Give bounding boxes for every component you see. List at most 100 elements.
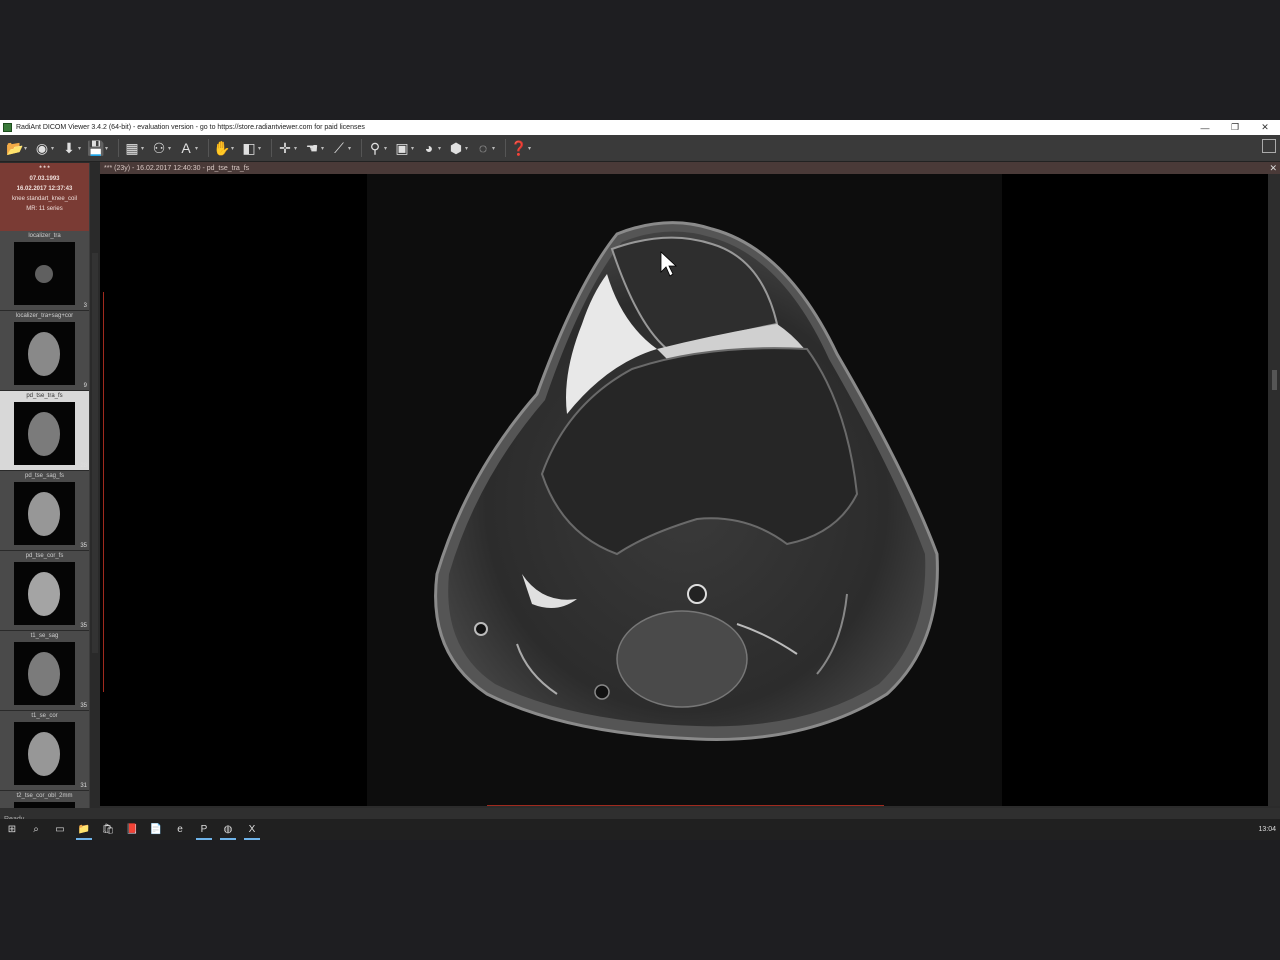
toolbar-button-3d[interactable]: ◕ ▾	[420, 137, 444, 159]
toolbar-button-link[interactable]: ⚇ ▾	[150, 137, 174, 159]
toolbar-button-open[interactable]: 📂 ▾	[6, 137, 30, 159]
fusion-icon: ⬢	[449, 139, 463, 156]
series-item[interactable]: localizer_tra+sag+cor 9	[0, 311, 89, 391]
sidebar-scrollbar[interactable]	[90, 163, 100, 808]
toolbar-button-mpr[interactable]: ▣ ▾	[393, 137, 417, 159]
app-icon	[3, 123, 12, 132]
anatomy-icon: ⚲	[369, 139, 381, 156]
series-item[interactable]: t1_se_sag 35	[0, 631, 89, 711]
toolbar-separator	[361, 139, 362, 157]
3d-icon: ◕	[424, 140, 434, 156]
pdf-icon[interactable]: 📕	[120, 819, 144, 840]
chevron-down-icon[interactable]: ▾	[78, 145, 84, 152]
chevron-down-icon[interactable]: ▾	[465, 145, 471, 152]
series-image-count: 9	[83, 383, 87, 389]
series-item[interactable]: t2_tse_cor_obl_2mm	[0, 791, 89, 808]
series-item[interactable]: pd_tse_cor_fs 35	[0, 551, 89, 631]
close-button[interactable]: ✕	[1250, 120, 1280, 135]
annotation-icon: A	[181, 140, 191, 156]
hand-icon: ☚	[305, 139, 319, 156]
save-icon: 💾	[87, 139, 105, 156]
letterbox-top	[0, 0, 1280, 120]
store-icon[interactable]: 🛍	[96, 819, 120, 840]
series-thumbnail	[14, 322, 75, 385]
fullscreen-button[interactable]	[1262, 139, 1276, 153]
viewer-close-button[interactable]: ✕	[1269, 162, 1277, 174]
toolbar-button-cd[interactable]: ◉ ▾	[33, 137, 57, 159]
document-icon[interactable]: 📄	[144, 819, 168, 840]
letterbox-bottom	[0, 840, 1280, 960]
viewer-tab[interactable]: *** (23y) - 16.02.2017 12:40:30 - pd_tse…	[100, 162, 1280, 174]
chevron-down-icon[interactable]: ▾	[384, 145, 390, 152]
study-description: knee standart_knee_coil	[11, 196, 78, 202]
chevron-down-icon[interactable]: ▾	[141, 145, 147, 152]
chevron-down-icon[interactable]: ▾	[321, 145, 327, 152]
chevron-down-icon[interactable]: ▾	[258, 145, 264, 152]
toolbar-button-layout[interactable]: ▦ ▾	[123, 137, 147, 159]
series-image-count: 3	[83, 303, 87, 309]
toolbar-button-cine[interactable]: ◌ ▾	[474, 137, 498, 159]
chevron-down-icon[interactable]: ▾	[348, 145, 354, 152]
viewport-scrollbar-thumb[interactable]	[1272, 370, 1277, 390]
toolbar-button-help[interactable]: ❓ ▾	[510, 137, 534, 159]
chevron-down-icon[interactable]: ▾	[105, 145, 111, 152]
excel-icon[interactable]: X	[240, 819, 264, 840]
windows-taskbar: ⊞ ⌕ ▭ 📁 🛍 📕 📄 e P ◍ X 13:04	[0, 819, 1280, 840]
toolbar-button-annotation[interactable]: A ▾	[177, 137, 201, 159]
chevron-down-icon[interactable]: ▾	[195, 145, 201, 152]
series-item[interactable]: pd_tse_sag_fs 35	[0, 471, 89, 551]
link-icon: ⚇	[152, 139, 166, 156]
chevron-down-icon[interactable]: ▾	[24, 145, 30, 152]
study-card[interactable]: * * * 07.03.1993 16.02.2017 12:37:43 kne…	[0, 163, 89, 231]
taskbar-apps: ⊞ ⌕ ▭ 📁 🛍 📕 📄 e P ◍ X	[0, 819, 264, 840]
taskbar-clock[interactable]: 13:04	[1258, 819, 1276, 840]
chevron-down-icon[interactable]: ▾	[438, 145, 444, 152]
series-thumbnail	[14, 402, 75, 465]
chevron-down-icon[interactable]: ▾	[411, 145, 417, 152]
chevron-down-icon[interactable]: ▾	[294, 145, 300, 152]
minimize-button[interactable]: —	[1190, 120, 1220, 135]
toolbar-button-window-level[interactable]: ◧ ▾	[240, 137, 264, 159]
chevron-down-icon[interactable]: ▾	[492, 145, 498, 152]
toolbar-button-anatomy[interactable]: ⚲ ▾	[366, 137, 390, 159]
toolbar-button-pan[interactable]: ✋ ▾	[213, 137, 237, 159]
toolbar-button-download[interactable]: ⬇ ▾	[60, 137, 84, 159]
task-view-icon[interactable]: ▭	[48, 819, 72, 840]
toolbar-separator	[271, 139, 272, 157]
series-item[interactable]: t1_se_cor 31	[0, 711, 89, 791]
toolbar-button-hand[interactable]: ☚ ▾	[303, 137, 327, 159]
toolbar-button-measure[interactable]: ⟋ ▾	[330, 137, 354, 159]
image-viewport[interactable]	[100, 174, 1268, 806]
edge-icon[interactable]: e	[168, 819, 192, 840]
sidebar-scrollbar-thumb[interactable]	[92, 253, 98, 653]
toolbar-button-save[interactable]: 💾 ▾	[87, 137, 111, 159]
file-explorer-icon[interactable]: 📁	[72, 819, 96, 840]
chevron-down-icon[interactable]: ▾	[528, 145, 534, 152]
chrome-icon[interactable]: ◍	[216, 819, 240, 840]
series-item[interactable]: localizer_tra 3	[0, 231, 89, 311]
chevron-down-icon[interactable]: ▾	[51, 145, 57, 152]
chevron-down-icon[interactable]: ▾	[231, 145, 237, 152]
toolbar-separator	[505, 139, 506, 157]
ruler-vertical	[103, 292, 104, 692]
window-title: RadiAnt DICOM Viewer 3.4.2 (64-bit) - ev…	[16, 124, 365, 131]
measure-icon: ⟋	[334, 139, 344, 156]
series-thumbnail	[14, 642, 75, 705]
chevron-down-icon[interactable]: ▾	[168, 145, 174, 152]
radiant-dicom-viewer-window: RadiAnt DICOM Viewer 3.4.2 (64-bit) - ev…	[0, 120, 1280, 840]
main-toolbar: 📂 ▾ ◉ ▾ ⬇ ▾ 💾 ▾ ▦ ▾ ⚇ ▾ A ▾ ✋ ▾ ◧ ▾ ✛ ▾ ☚ ▾ ⟋ ▾ ⚲ ▾ ▣ ▾ ◕ ▾ ⬢ ▾ ◌ ▾ ❓ ▾	[0, 135, 1280, 162]
start-icon[interactable]: ⊞	[0, 819, 24, 840]
toolbar-separator	[208, 139, 209, 157]
viewport-scrollbar[interactable]	[1268, 174, 1280, 806]
toolbar-button-crosshair[interactable]: ✛ ▾	[276, 137, 300, 159]
series-label: t2_tse_cor_obl_2mm	[16, 793, 73, 799]
series-item[interactable]: pd_tse_tra_fs 28	[0, 391, 89, 471]
powerpoint-icon[interactable]: P	[192, 819, 216, 840]
mri-image[interactable]	[367, 174, 1002, 806]
series-image-count: 31	[80, 783, 87, 789]
maximize-button[interactable]: ❐	[1220, 120, 1250, 135]
toolbar-button-fusion[interactable]: ⬢ ▾	[447, 137, 471, 159]
open-icon: 📂	[6, 139, 24, 156]
series-image-count: 35	[80, 543, 87, 549]
taskbar-search-icon[interactable]: ⌕	[24, 819, 48, 840]
